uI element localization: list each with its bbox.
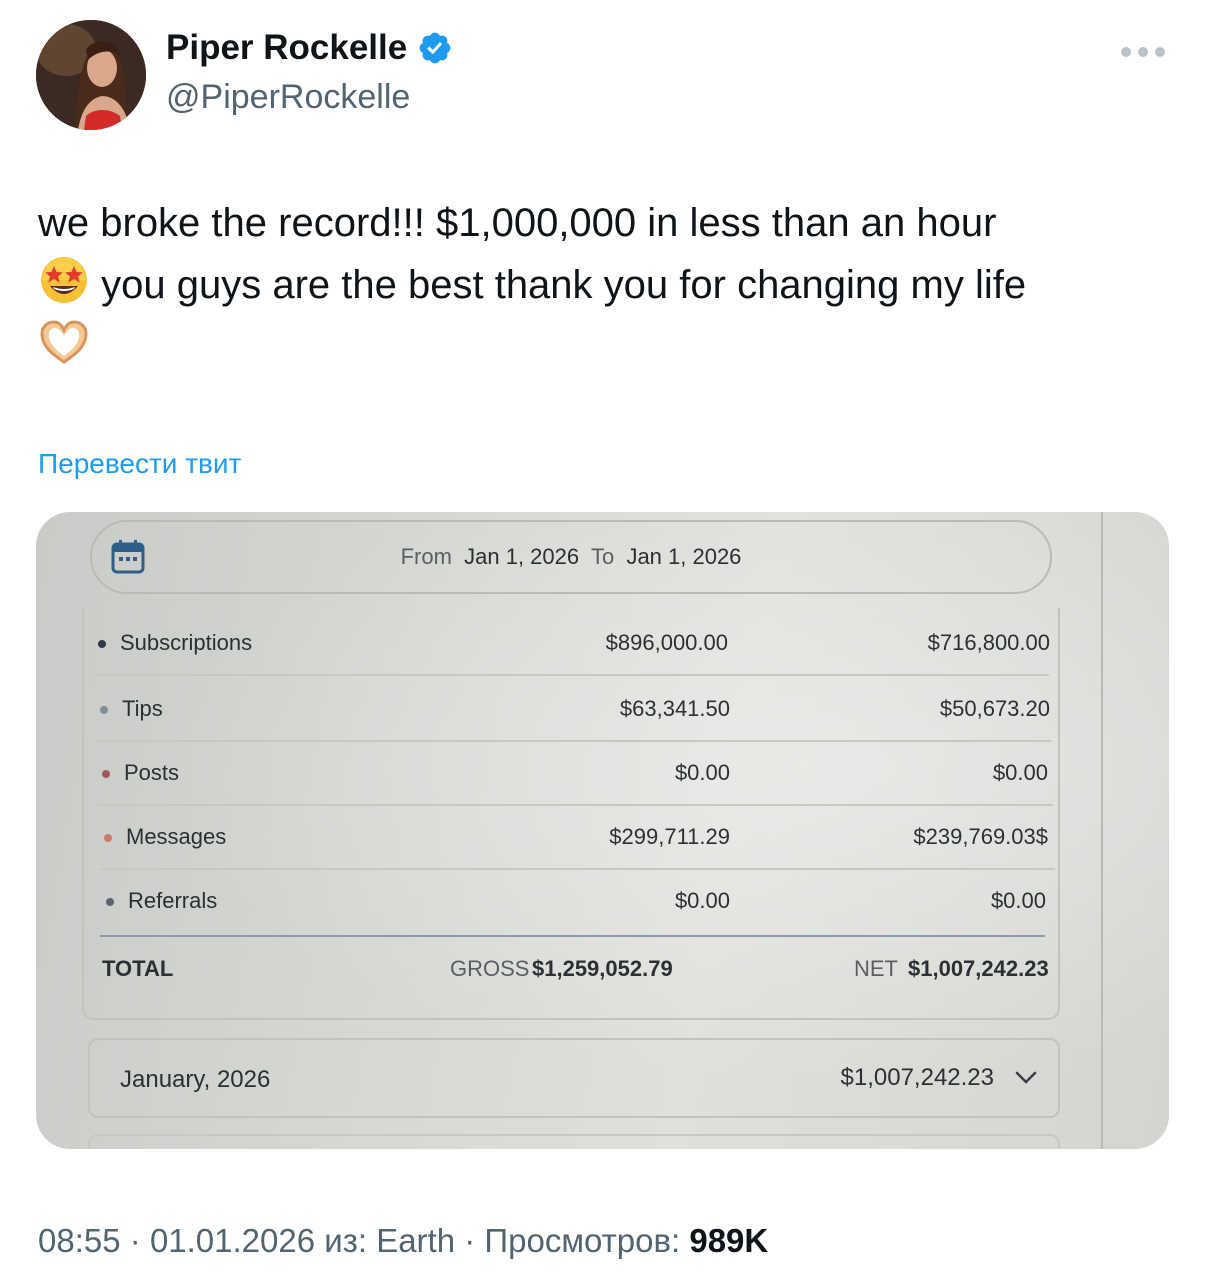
avatar[interactable] bbox=[36, 20, 146, 130]
row-divider bbox=[94, 674, 1049, 676]
total-row: TOTAL GROSS $1,259,052.79 NET $1,007,242… bbox=[100, 950, 1050, 990]
meta-separator: · bbox=[464, 1222, 485, 1259]
tweet-time[interactable]: 08:55 bbox=[38, 1222, 121, 1259]
row-bullet bbox=[106, 898, 114, 906]
chevron-down-icon bbox=[1015, 1071, 1037, 1084]
row-label: Subscriptions bbox=[120, 630, 253, 655]
to-date: Jan 1, 2026 bbox=[626, 544, 742, 569]
earnings-row: Posts $0.00 $0.00 bbox=[98, 742, 1053, 806]
tweet-date[interactable]: 01.01.2026 bbox=[150, 1222, 315, 1259]
tweet-text-line2-text: you guys are the best thank you for chan… bbox=[101, 263, 1027, 307]
row-gross: $63,341.50 bbox=[619, 696, 730, 721]
row-net: $239,769.03$ bbox=[913, 824, 1048, 849]
heart-hands-emoji-icon bbox=[40, 320, 88, 364]
tweet-meta: 08:55 · 01.01.2026 из: Earth · Просмотро… bbox=[38, 1222, 768, 1260]
row-bullet bbox=[98, 640, 106, 648]
earnings-row: Tips $63,341.50 $50,673.20 bbox=[96, 678, 1051, 742]
more-dot bbox=[1121, 47, 1131, 57]
earnings-row: Messages $299,711.29 $239,769.03$ bbox=[100, 806, 1055, 870]
month-label: January, 2026 bbox=[120, 1066, 271, 1093]
views-label: Просмотров: bbox=[484, 1222, 690, 1259]
display-name[interactable]: Piper Rockelle bbox=[166, 28, 407, 68]
date-range-text: From Jan 1, 2026 To Jan 1, 2026 bbox=[92, 544, 1050, 570]
row-net: $0.00 bbox=[990, 888, 1046, 913]
verified-badge-icon[interactable] bbox=[417, 30, 453, 66]
row-net: $50,673.20 bbox=[939, 696, 1050, 721]
author-handle[interactable]: @PiperRockelle bbox=[166, 78, 410, 117]
translate-tweet-link[interactable]: Перевести твит bbox=[38, 448, 241, 480]
tweet-text-line1: we broke the record!!! $1,000,000 in les… bbox=[38, 201, 997, 245]
month-summary-row: January, 2026 $1,007,242.23 bbox=[88, 1038, 1060, 1118]
tweet-source: Earth bbox=[376, 1222, 456, 1259]
earnings-row: Referrals $0.00 $0.00 bbox=[102, 870, 1057, 934]
row-gross: $896,000.00 bbox=[605, 630, 728, 655]
row-label: Messages bbox=[126, 824, 227, 849]
star-struck-emoji-icon bbox=[41, 257, 87, 303]
tweet-text-line3 bbox=[38, 316, 1168, 378]
tweet-photo[interactable]: From Jan 1, 2026 To Jan 1, 2026 Subscrip… bbox=[36, 512, 1169, 1149]
row-label: Referrals bbox=[128, 888, 218, 913]
more-dot bbox=[1155, 47, 1165, 57]
to-label: To bbox=[590, 544, 615, 569]
row-label: Posts bbox=[124, 760, 180, 785]
views-count[interactable]: 989K bbox=[689, 1222, 768, 1259]
net-total: $1,007,242.23 bbox=[908, 956, 1049, 981]
gross-total: $1,259,052.79 bbox=[532, 956, 673, 981]
from-label: From bbox=[400, 544, 452, 569]
next-month-card bbox=[88, 1134, 1060, 1149]
more-dot bbox=[1138, 47, 1148, 57]
date-range-picker: From Jan 1, 2026 To Jan 1, 2026 bbox=[90, 520, 1052, 594]
row-gross: $0.00 bbox=[674, 760, 730, 785]
more-options-icon[interactable] bbox=[1121, 42, 1165, 62]
total-label: TOTAL bbox=[102, 956, 174, 981]
source-prefix: из: bbox=[324, 1222, 377, 1259]
photo-edge bbox=[1101, 512, 1103, 1149]
tweet-text: we broke the record!!! $1,000,000 in les… bbox=[38, 192, 1168, 378]
gross-label: GROSS bbox=[450, 956, 530, 981]
row-bullet bbox=[104, 834, 112, 842]
row-bullet bbox=[100, 706, 108, 714]
month-amount: $1,007,242.23 bbox=[840, 1064, 994, 1091]
meta-separator: · bbox=[129, 1222, 150, 1259]
net-label: NET bbox=[854, 956, 898, 981]
row-label: Tips bbox=[122, 696, 163, 721]
author-name-row[interactable]: Piper Rockelle bbox=[166, 28, 453, 68]
row-gross: $299,711.29 bbox=[609, 824, 730, 849]
avatar-photo bbox=[36, 20, 146, 130]
from-date: Jan 1, 2026 bbox=[464, 544, 580, 569]
tweet: Piper Rockelle @PiperRockelle we broke t… bbox=[0, 0, 1205, 1280]
row-net: $0.00 bbox=[992, 760, 1048, 785]
row-net: $716,800.00 bbox=[927, 630, 1050, 655]
earnings-row: Subscriptions $896,000.00 $716,800.00 bbox=[94, 612, 1050, 676]
tweet-text-line2: you guys are the best thank you for chan… bbox=[38, 254, 1168, 316]
total-divider bbox=[100, 935, 1045, 937]
row-bullet bbox=[102, 770, 110, 778]
row-gross: $0.00 bbox=[674, 888, 730, 913]
